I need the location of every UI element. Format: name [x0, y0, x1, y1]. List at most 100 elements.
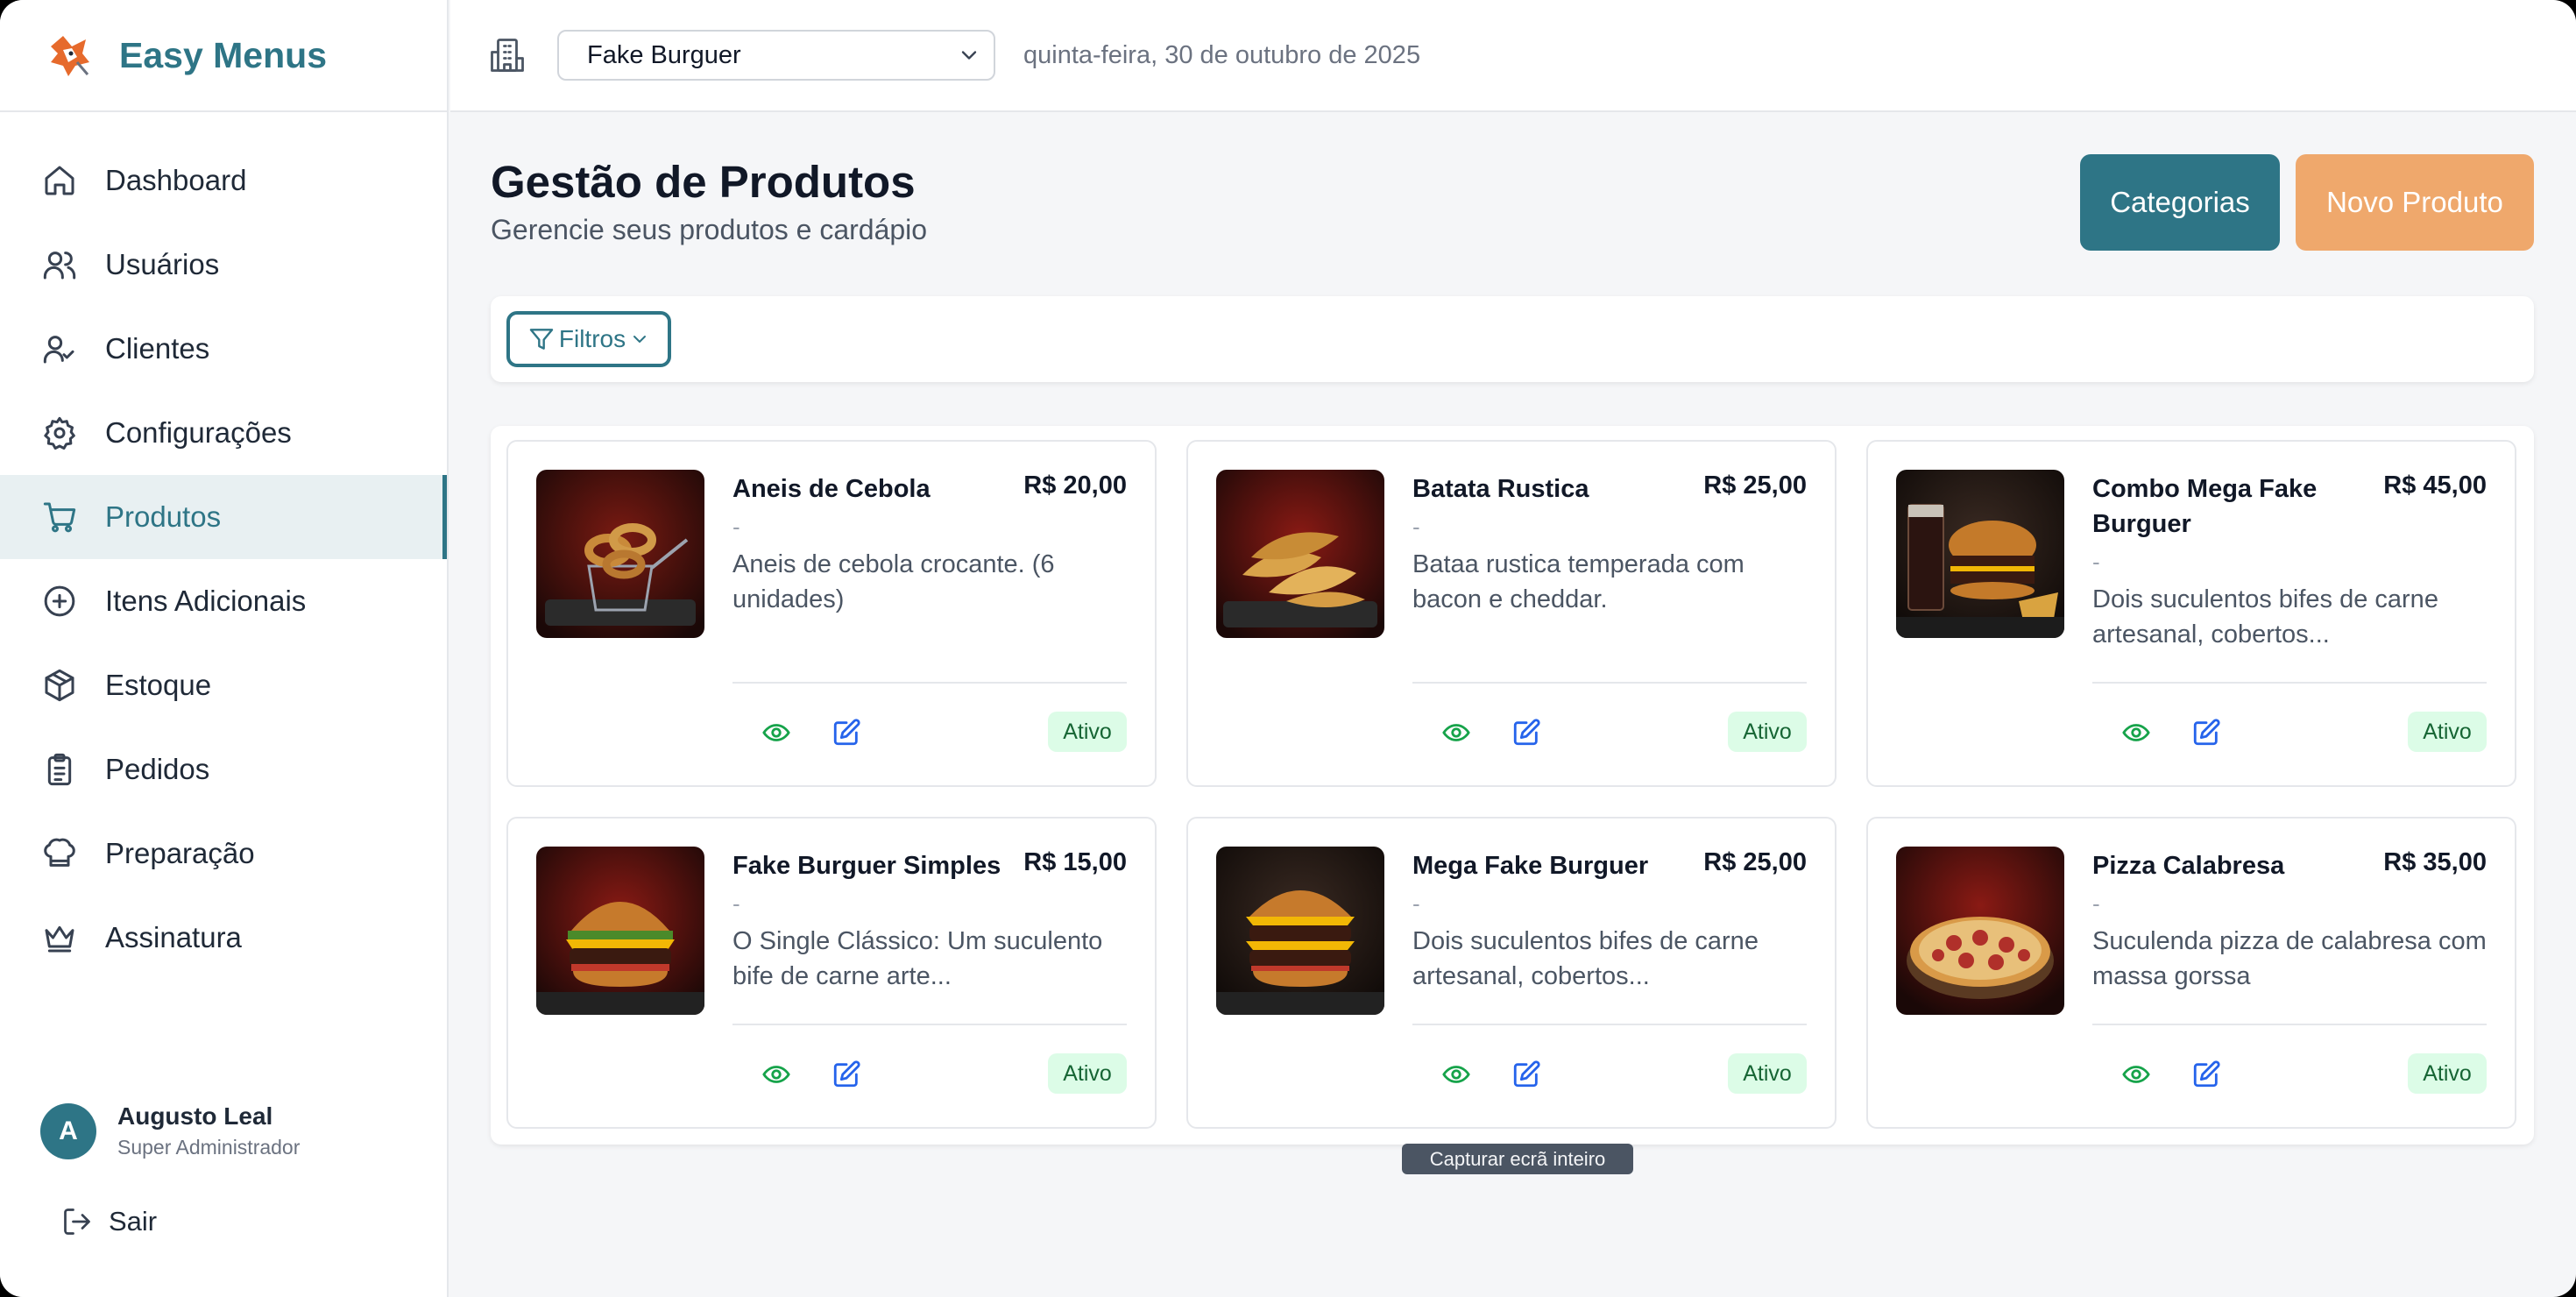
product-category: - — [2092, 890, 2100, 917]
new-product-button[interactable]: Novo Produto — [2296, 154, 2534, 251]
product-image-onion-rings — [536, 470, 704, 638]
sidebar-item-clientes[interactable]: Clientes — [0, 307, 447, 391]
edit-icon — [2193, 1060, 2220, 1088]
clipboard-icon — [42, 752, 77, 787]
sidebar-item-usuarios[interactable]: Usuários — [0, 223, 447, 307]
sidebar-item-estoque[interactable]: Estoque — [0, 643, 447, 727]
logout-label: Sair — [109, 1206, 158, 1237]
card-divider — [732, 682, 1127, 684]
sidebar-item-label: Dashboard — [105, 164, 247, 196]
chef-hat-icon — [42, 836, 77, 871]
edit-button[interactable] — [829, 715, 864, 750]
product-price: R$ 15,00 — [1023, 848, 1127, 876]
card-divider — [1412, 682, 1807, 684]
status-badge: Ativo — [1048, 712, 1127, 752]
user-check-icon — [42, 331, 77, 366]
sidebar-item-label: Produtos — [105, 500, 222, 533]
sidebar-item-label: Usuários — [105, 248, 220, 280]
chevron-down-icon — [633, 336, 647, 343]
filters-button[interactable]: Filtros — [506, 311, 671, 367]
product-description: Bataa rustica temperada com bacon e ched… — [1412, 550, 1744, 613]
plus-circle-icon — [42, 584, 77, 619]
status-badge: Ativo — [1728, 1053, 1807, 1094]
eye-icon — [1442, 724, 1470, 741]
product-image-pizza — [1896, 847, 2064, 1015]
sidebar-item-label: Itens Adicionais — [105, 585, 307, 617]
product-card[interactable]: Mega Fake Burguer R$ 25,00 - Dois sucule… — [1186, 817, 1836, 1129]
app-window: Easy Menus Dashboard Usuários Clientes C… — [0, 0, 2576, 1297]
status-badge: Ativo — [1048, 1053, 1127, 1094]
users-icon — [42, 247, 77, 282]
eye-icon — [2122, 1066, 2150, 1083]
product-price: R$ 25,00 — [1703, 848, 1807, 876]
product-image-combo — [1896, 470, 2064, 638]
eye-icon — [2122, 724, 2150, 741]
product-price: R$ 45,00 — [2383, 471, 2487, 500]
view-button[interactable] — [759, 715, 794, 750]
package-icon — [42, 668, 77, 703]
edit-button[interactable] — [1509, 715, 1544, 750]
user-name: Augusto Leal — [117, 1102, 273, 1130]
card-divider — [732, 1024, 1127, 1025]
user-role: Super Administrador — [117, 1136, 301, 1159]
product-card[interactable]: Fake Burguer Simples R$ 15,00 - O Single… — [506, 817, 1157, 1129]
filter-bar: Filtros — [491, 296, 2534, 382]
sidebar-item-itens-adicionais[interactable]: Itens Adicionais — [0, 559, 447, 643]
current-date: quinta-feira, 30 de outubro de 2025 — [1023, 40, 1421, 69]
user-profile[interactable]: A Augusto Leal Super Administrador — [40, 1102, 300, 1159]
logout-button[interactable]: Sair — [61, 1206, 157, 1237]
product-description: O Single Clássico: Um suculento bife de … — [732, 927, 1103, 990]
view-button[interactable] — [2119, 1057, 2154, 1092]
view-button[interactable] — [1439, 1057, 1474, 1092]
avatar: A — [40, 1102, 96, 1159]
view-button[interactable] — [759, 1057, 794, 1092]
product-image-potato-wedges — [1216, 470, 1384, 638]
product-price: R$ 35,00 — [2383, 848, 2487, 876]
sidebar-item-configuracoes[interactable]: Configurações — [0, 391, 447, 475]
card-divider — [1412, 1024, 1807, 1025]
edit-icon — [2193, 719, 2220, 746]
eye-icon — [762, 724, 790, 741]
product-category: - — [2092, 549, 2100, 575]
edit-button[interactable] — [2189, 715, 2224, 750]
product-card[interactable]: Batata Rustica R$ 25,00 - Bataa rustica … — [1186, 440, 1836, 787]
brand-name: Easy Menus — [119, 34, 327, 75]
view-button[interactable] — [1439, 715, 1474, 750]
edit-button[interactable] — [829, 1057, 864, 1092]
sidebar-item-label: Pedidos — [105, 753, 210, 785]
product-card[interactable]: Aneis de Cebola R$ 20,00 - Aneis de cebo… — [506, 440, 1157, 787]
store-select[interactable]: Fake Burguer — [557, 30, 995, 81]
status-badge: Ativo — [2408, 1053, 2487, 1094]
product-card[interactable]: Pizza Calabresa R$ 35,00 - Suculenda piz… — [1866, 817, 2516, 1129]
sidebar-item-assinatura[interactable]: Assinatura — [0, 896, 447, 980]
filters-label: Filtros — [558, 325, 626, 352]
store-select-value: Fake Burguer — [587, 40, 741, 69]
sidebar-item-preparacao[interactable]: Preparação — [0, 812, 447, 896]
page-subtitle: Gerencie seus produtos e cardápio — [491, 214, 928, 245]
sidebar-item-dashboard[interactable]: Dashboard — [0, 138, 447, 223]
product-name: Combo Mega Fake Burguer — [2092, 475, 2318, 538]
filter-icon — [529, 329, 554, 350]
sidebar-item-label: Assinatura — [105, 921, 242, 953]
brand[interactable]: Easy Menus — [0, 0, 447, 112]
product-card[interactable]: Combo Mega Fake Burguer R$ 45,00 - Dois … — [1866, 440, 2516, 787]
gear-icon — [42, 415, 77, 450]
crown-icon — [42, 920, 77, 955]
status-badge: Ativo — [1728, 712, 1807, 752]
sidebar-item-label: Preparação — [105, 837, 255, 869]
product-name: Pizza Calabresa — [2092, 852, 2285, 880]
sidebar-item-pedidos[interactable]: Pedidos — [0, 727, 447, 812]
product-name: Mega Fake Burguer — [1412, 852, 1649, 880]
eye-icon — [762, 1066, 790, 1083]
categories-button[interactable]: Categorias — [2080, 154, 2280, 251]
edit-button[interactable] — [2189, 1057, 2224, 1092]
sidebar-item-label: Configurações — [105, 416, 292, 449]
view-button[interactable] — [2119, 715, 2154, 750]
edit-icon — [833, 1060, 860, 1088]
edit-icon — [833, 719, 860, 746]
sidebar: Easy Menus Dashboard Usuários Clientes C… — [0, 0, 449, 1297]
product-name: Aneis de Cebola — [732, 475, 931, 503]
product-name: Fake Burguer Simples — [732, 852, 1001, 880]
sidebar-item-produtos[interactable]: Produtos — [0, 475, 447, 559]
edit-button[interactable] — [1509, 1057, 1544, 1092]
